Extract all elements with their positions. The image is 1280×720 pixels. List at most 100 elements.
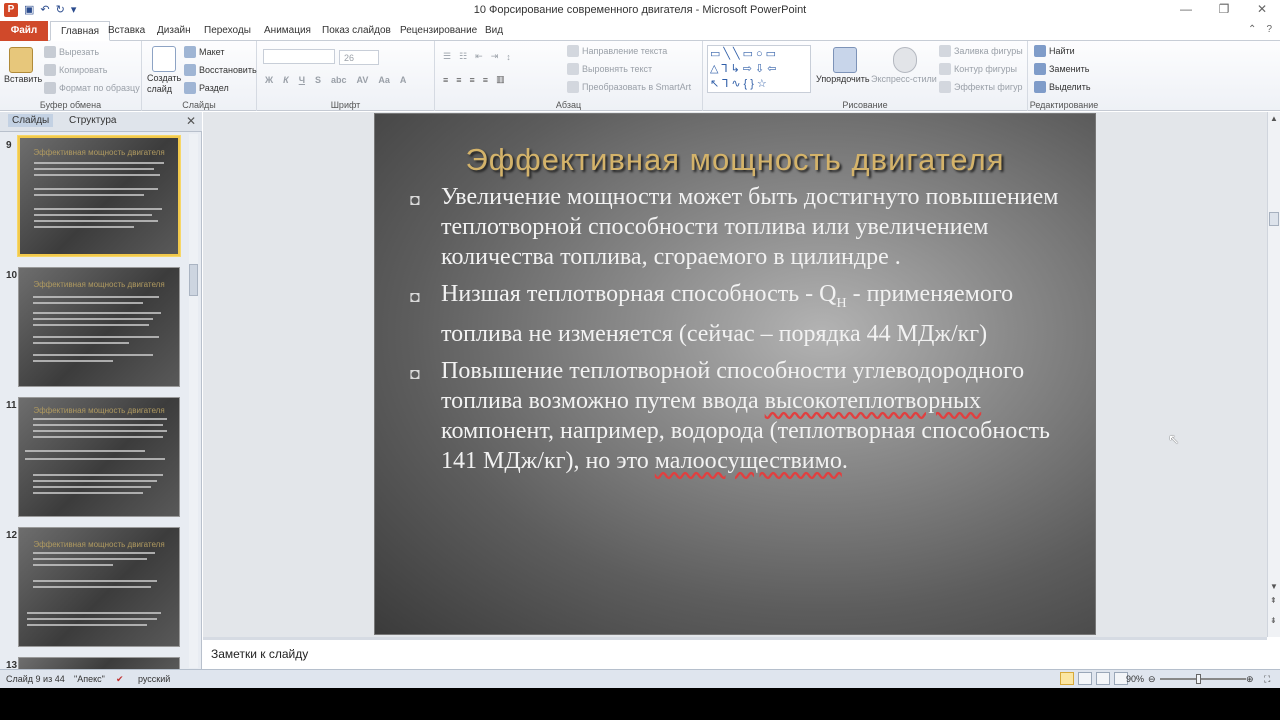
- decrease-indent-icon[interactable]: ⇤: [475, 51, 483, 62]
- tab-home[interactable]: Главная: [50, 21, 111, 41]
- font-name-dropdown[interactable]: [263, 49, 335, 64]
- restore-icon[interactable]: ❐: [1216, 2, 1232, 16]
- section-button[interactable]: Раздел: [199, 83, 229, 93]
- zoom-level[interactable]: 90%: [1126, 674, 1144, 684]
- spellcheck-word[interactable]: малоосуществимо: [655, 448, 842, 474]
- slide-thumbnail-12[interactable]: Эффективная мощность двигателя: [18, 527, 180, 647]
- tab-review[interactable]: Рецензирование: [400, 21, 477, 41]
- arrange-icon[interactable]: [833, 47, 857, 73]
- justify-icon[interactable]: ≡: [483, 75, 488, 85]
- reset-button[interactable]: Восстановить: [199, 65, 257, 75]
- vertical-scrollbar[interactable]: ▲ ▼ ⇞ ⇟: [1267, 112, 1280, 637]
- slide-bullet-list[interactable]: ◘ Увеличение мощности может быть достигн…: [407, 182, 1067, 483]
- notes-placeholder[interactable]: Заметки к слайду: [211, 647, 308, 661]
- slide-editing-area: Эффективная мощность двигателя ◘ Увеличе…: [203, 112, 1267, 637]
- copy-button[interactable]: Копировать: [59, 65, 107, 75]
- quick-styles-icon[interactable]: [893, 47, 917, 73]
- spellcheck-icon[interactable]: ✔: [116, 674, 124, 685]
- layout-button[interactable]: Макет: [199, 47, 224, 57]
- align-right-icon[interactable]: ≡: [470, 75, 475, 85]
- thumbnail-number: 10: [6, 270, 18, 281]
- find-button[interactable]: Найти: [1049, 46, 1075, 56]
- line-spacing-icon[interactable]: ↕: [506, 52, 511, 62]
- italic-icon[interactable]: К: [283, 75, 289, 85]
- font-size-dropdown[interactable]: 26: [339, 50, 379, 65]
- shape-fill-button[interactable]: Заливка фигуры: [954, 46, 1023, 56]
- shadow-icon[interactable]: S: [315, 75, 321, 85]
- bullet-text: Низшая теплотворная способность - Q: [441, 281, 837, 307]
- slide-thumbnail-10[interactable]: Эффективная мощность двигателя: [18, 267, 180, 387]
- align-left-icon[interactable]: ≡: [443, 75, 448, 85]
- close-icon[interactable]: ✕: [1254, 2, 1270, 16]
- zoom-out-icon[interactable]: ⊖: [1148, 674, 1156, 685]
- underline-icon[interactable]: Ч: [299, 75, 305, 85]
- tab-slides[interactable]: Слайды: [8, 114, 54, 127]
- slide-title[interactable]: Эффективная мощность двигателя: [375, 142, 1095, 178]
- tab-slideshow[interactable]: Показ слайдов: [322, 21, 391, 41]
- shapes-gallery[interactable]: ▭╲╲▭○▭ △⅂↳⇨⇩⇦ ↖⅂∿{}☆: [707, 45, 811, 93]
- text-direction-button[interactable]: Направление текста: [582, 46, 667, 56]
- slide-sorter-icon[interactable]: [1078, 672, 1092, 685]
- replace-button[interactable]: Заменить: [1049, 64, 1089, 74]
- slide-thumbnail-11[interactable]: Эффективная мощность двигателя: [18, 397, 180, 517]
- previous-slide-icon[interactable]: ⇞: [1270, 596, 1277, 605]
- quick-styles-button[interactable]: Экспресс-стили: [871, 74, 937, 84]
- tab-design[interactable]: Дизайн: [157, 21, 191, 41]
- slide-canvas[interactable]: Эффективная мощность двигателя ◘ Увеличе…: [374, 113, 1096, 635]
- columns-icon[interactable]: ▥: [496, 74, 505, 85]
- tab-outline[interactable]: Структура: [69, 115, 116, 126]
- group-label-editing: Редактирование: [1029, 100, 1099, 110]
- arrange-button[interactable]: Упорядочить: [816, 74, 870, 84]
- case-icon[interactable]: Aa: [378, 75, 390, 85]
- zoom-slider-knob[interactable]: [1196, 674, 1201, 684]
- new-slide-button[interactable]: Создать слайд: [147, 73, 183, 95]
- section-icon: [184, 82, 196, 94]
- zoom-slider[interactable]: [1160, 678, 1246, 680]
- new-slide-icon[interactable]: [152, 46, 176, 72]
- shape-effects-button[interactable]: Эффекты фигур: [954, 82, 1023, 92]
- tab-transitions[interactable]: Переходы: [204, 21, 251, 41]
- minimize-ribbon-icon[interactable]: ⌃: [1248, 24, 1256, 35]
- spellcheck-word[interactable]: высокотеплотворных: [765, 388, 982, 414]
- language-indicator[interactable]: русский: [138, 674, 170, 684]
- notes-pane[interactable]: Заметки к слайду: [203, 637, 1267, 668]
- align-text-button[interactable]: Выровнять текст: [582, 64, 652, 74]
- bullets-icon[interactable]: ☰: [443, 51, 451, 62]
- close-panel-icon[interactable]: ✕: [186, 114, 196, 128]
- select-button[interactable]: Выделить: [1049, 82, 1091, 92]
- numbering-icon[interactable]: ☷: [459, 51, 467, 62]
- tab-view[interactable]: Вид: [485, 21, 503, 41]
- scroll-up-icon[interactable]: ▲: [1270, 114, 1278, 123]
- next-slide-icon[interactable]: ⇟: [1270, 616, 1277, 625]
- tab-insert[interactable]: Вставка: [108, 21, 145, 41]
- paste-icon[interactable]: [9, 47, 33, 73]
- spacing-icon[interactable]: AV: [357, 75, 369, 85]
- cut-button[interactable]: Вырезать: [59, 47, 99, 57]
- slides-panel-scrollbar[interactable]: [189, 134, 198, 668]
- slide-thumbnail-9[interactable]: Эффективная мощность двигателя: [17, 135, 181, 257]
- smartart-button[interactable]: Преобразовать в SmartArt: [582, 82, 691, 92]
- increase-indent-icon[interactable]: ⇥: [491, 51, 499, 62]
- group-label-slides: Слайды: [182, 100, 216, 110]
- font-color-icon[interactable]: A: [400, 75, 407, 85]
- tab-file[interactable]: Файл: [0, 21, 48, 41]
- scroll-thumb[interactable]: [1269, 212, 1279, 226]
- normal-view-icon[interactable]: [1060, 672, 1074, 685]
- fit-to-window-icon[interactable]: ⛶: [1264, 674, 1270, 685]
- strikethrough-icon[interactable]: abc: [331, 75, 347, 85]
- help-icon[interactable]: ?: [1266, 24, 1272, 35]
- paste-button[interactable]: Вставить: [4, 74, 42, 84]
- tab-animation[interactable]: Анимация: [264, 21, 311, 41]
- align-center-icon[interactable]: ≡: [456, 75, 461, 85]
- bold-icon[interactable]: Ж: [265, 75, 273, 85]
- scroll-thumb[interactable]: [189, 264, 198, 296]
- window-title: 10 Форсирование современного двигателя -…: [473, 4, 807, 16]
- slide-counter: Слайд 9 из 44: [6, 674, 65, 684]
- zoom-in-icon[interactable]: ⊕: [1246, 674, 1254, 685]
- format-painter-button[interactable]: Формат по образцу: [59, 83, 140, 93]
- minimize-icon[interactable]: —: [1178, 2, 1194, 16]
- shape-outline-button[interactable]: Контур фигуры: [954, 64, 1017, 74]
- scroll-down-icon[interactable]: ▼: [1270, 582, 1278, 591]
- replace-icon: [1034, 63, 1046, 75]
- reading-view-icon[interactable]: [1096, 672, 1110, 685]
